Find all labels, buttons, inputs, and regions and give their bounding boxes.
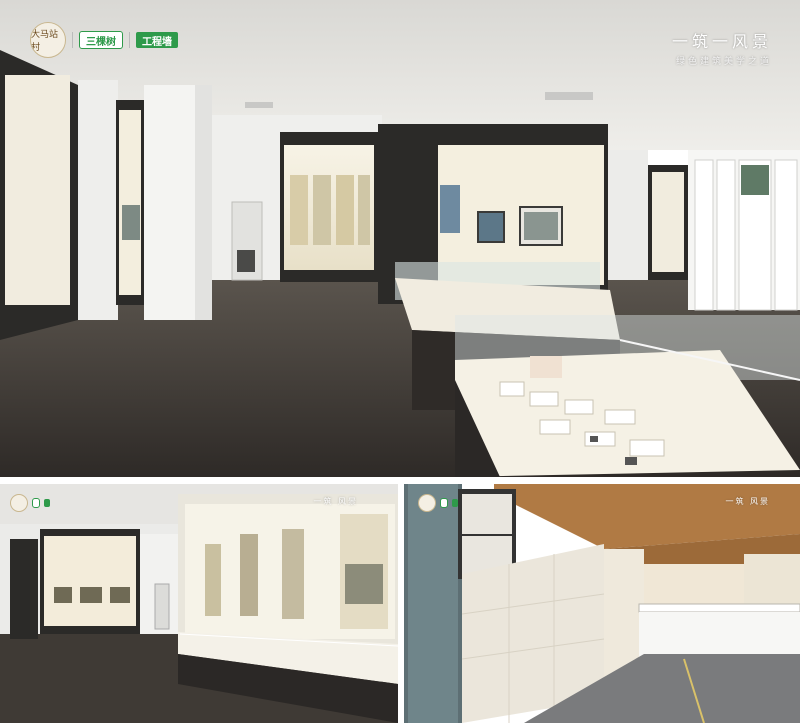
sankeshu-logo-room	[440, 498, 448, 508]
gallery-photo-scrolls: 一筑 风景	[0, 484, 398, 723]
empty-room-photo: 一筑 风景	[404, 484, 800, 723]
slogan-small-main: 一筑 风景	[313, 497, 358, 506]
village-logo: 大马站村	[30, 22, 66, 58]
engineering-wall-logo: 工程墙	[136, 32, 178, 48]
slogan: 一筑一风景 绿色建筑美学之道	[672, 28, 772, 67]
slogan-small: 一筑 风景	[313, 496, 358, 507]
village-logo-small	[10, 494, 28, 512]
brand-logos: 大马站村 三棵树 工程墙	[30, 22, 178, 58]
engineering-wall-logo-room	[452, 499, 458, 507]
gallery-photo-main: 大马站村 三棵树 工程墙 一筑一风景 绿色建筑美学之道	[0, 0, 800, 477]
slogan-sub: 绿色建筑美学之道	[675, 57, 772, 67]
brand-logos-room	[418, 494, 458, 512]
village-logo-text: 大马站村	[31, 30, 59, 53]
engineering-wall-logo-small	[44, 499, 50, 507]
slogan-room: 一筑 风景	[725, 496, 770, 507]
brand-logos-small	[10, 494, 50, 512]
logo-divider	[72, 32, 73, 48]
village-logo-room	[418, 494, 436, 512]
sankeshu-logo: 三棵树	[79, 31, 123, 49]
slogan-main: 一筑一风景	[671, 32, 772, 51]
sankeshu-logo-small	[32, 498, 40, 508]
logo-divider	[129, 32, 130, 48]
slogan-room-main: 一筑 风景	[725, 497, 770, 506]
